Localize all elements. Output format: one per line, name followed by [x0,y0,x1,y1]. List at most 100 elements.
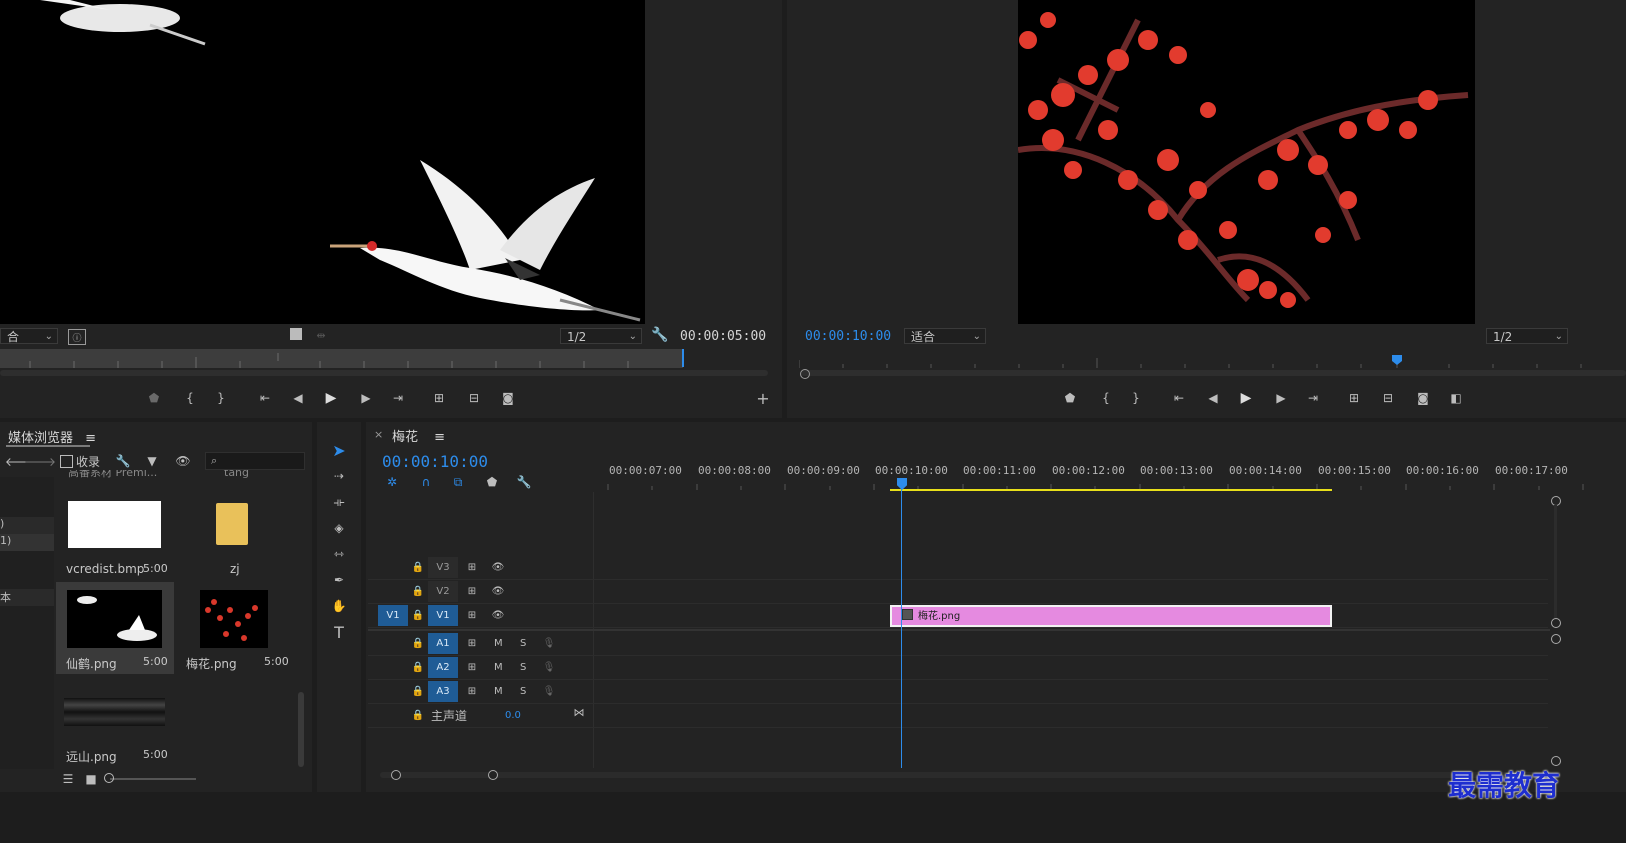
plus-icon[interactable]: + [755,389,771,408]
forward-arrow-icon[interactable]: 🡒 [24,454,56,469]
wrench-icon[interactable]: 🔧 [516,474,532,490]
eye-icon[interactable]: 👁 [491,585,505,597]
play-icon[interactable]: ▶ [323,389,339,407]
pen-tool-icon[interactable]: ✒ [329,570,349,590]
solo-button[interactable]: S [520,638,526,649]
timeline-zoom-handle-right[interactable] [488,770,498,780]
lock-icon[interactable]: 🔒 [412,609,424,621]
track-target-v3[interactable]: V3 [428,557,458,578]
slider-handle[interactable] [104,773,114,783]
go-to-out-icon[interactable]: ⇥ [390,390,406,406]
mute-button[interactable]: M [494,662,503,673]
program-zoom-scrollbar[interactable] [801,370,1626,376]
timeline-clip[interactable]: 梅花.png [890,605,1332,627]
camera-icon[interactable]: ◙ [500,390,516,406]
source-zoom-dropdown[interactable]: 合 ⌄ [0,328,58,344]
list-view-icon[interactable]: ☰ [60,772,76,786]
media-item-zj-folder[interactable]: zj [176,485,294,581]
source-patch-v1[interactable]: V1 [378,605,408,626]
favorites-checkbox[interactable] [60,455,73,468]
microphone-icon[interactable]: 🎙 [543,637,556,649]
track-target-v2[interactable]: V2 [428,581,458,602]
track-target-a1[interactable]: A1 [428,633,458,654]
camera-icon[interactable]: ◙ [1415,390,1431,406]
program-zoom-dropdown[interactable]: 适合 ⌄ [904,328,986,344]
razor-tool-icon[interactable]: ◈ [329,518,349,538]
sync-lock-icon[interactable]: ⊞ [465,561,479,573]
source-monitor-video[interactable] [0,0,645,324]
microphone-icon[interactable]: 🎙 [543,685,556,697]
source-scrub-ruler[interactable] [0,349,683,368]
go-to-edge-icon[interactable]: ⋈ [572,706,586,719]
linked-selection-icon[interactable]: ⧉ [450,474,466,490]
comparison-view-icon[interactable]: ◧ [1447,390,1465,406]
lock-icon[interactable]: 🔒 [412,685,424,697]
add-marker-icon[interactable]: ⬟ [484,474,500,490]
mark-in-icon[interactable]: { [183,390,197,406]
vertical-scroll-handle[interactable] [1551,618,1561,628]
solo-button[interactable]: S [520,686,526,697]
program-scrub-ruler[interactable] [798,354,1626,368]
list-item[interactable]: ) [0,517,54,534]
lock-icon[interactable]: 🔒 [412,637,424,649]
track-target-a3[interactable]: A3 [428,681,458,702]
lock-icon[interactable]: 🔒 [412,661,424,673]
source-zoom-scrollbar[interactable] [0,370,768,376]
vertical-scroll-track[interactable] [1554,505,1557,618]
sync-lock-icon[interactable]: ⊞ [465,637,479,649]
eye-icon[interactable]: 👁 [491,561,505,573]
ripple-edit-tool-icon[interactable]: ⟛ [329,492,349,512]
mute-button[interactable]: M [494,638,503,649]
selection-tool-icon[interactable]: ➤ [329,440,349,460]
media-item-plum[interactable]: 梅花.png 5:00 [176,582,294,674]
close-icon[interactable]: × [374,428,383,441]
go-to-in-icon[interactable]: ⇤ [1171,390,1187,406]
program-timecode[interactable]: 00:00:10:00 [805,329,891,344]
mark-out-icon[interactable]: } [214,390,228,406]
vertical-scroll-handle[interactable] [1551,634,1561,644]
program-scroll-handle[interactable] [800,369,810,379]
source-quality-dropdown[interactable]: 1/2 ⌄ [560,328,642,344]
mark-in-icon[interactable]: { [1099,390,1113,406]
icon-view-icon[interactable]: ■ [84,772,98,786]
media-browser-tab[interactable]: 媒体浏览器 ≡ [8,427,96,446]
overwrite-icon[interactable]: ⊟ [465,390,483,406]
export-frame-icon[interactable] [290,328,302,340]
wrench-icon[interactable]: 🔧 [651,327,668,343]
panel-menu-icon[interactable]: ≡ [85,431,96,446]
sync-lock-icon[interactable]: ⊞ [465,661,479,673]
go-to-in-icon[interactable]: ⇤ [257,390,273,406]
media-scrollbar[interactable] [298,692,304,767]
snap-icon[interactable]: ∩ [418,474,434,490]
program-monitor-video[interactable] [1018,0,1475,324]
mark-out-icon[interactable]: } [1129,390,1143,406]
timeline-zoom-bar[interactable] [380,772,1550,778]
list-item[interactable]: 本 [0,589,54,606]
microphone-icon[interactable]: 🎙 [543,661,556,673]
track-target-a2[interactable]: A2 [428,657,458,678]
step-back-icon[interactable]: ◀ [290,390,306,406]
go-to-out-icon[interactable]: ⇥ [1305,390,1321,406]
extract-icon[interactable]: ⊟ [1379,390,1397,406]
step-back-icon[interactable]: ◀ [1205,390,1221,406]
timeline-zoom-handle-left[interactable] [391,770,401,780]
step-forward-icon[interactable]: ▶ [358,390,374,406]
play-icon[interactable]: ▶ [1238,389,1254,407]
search-input[interactable]: ⌕ [205,452,305,470]
add-marker-icon[interactable]: ⬟ [1063,390,1077,406]
solo-button[interactable]: S [520,662,526,673]
lift-icon[interactable]: ⊞ [1345,390,1363,406]
thumbnail-size-slider[interactable] [110,778,196,780]
lock-icon[interactable]: 🔒 [412,561,424,573]
sync-lock-icon[interactable]: ⊞ [465,585,479,597]
filter-icon[interactable]: ▼ [145,454,159,468]
step-forward-icon[interactable]: ▶ [1273,390,1289,406]
eye-icon[interactable]: 👁 [491,609,505,621]
sync-lock-icon[interactable]: ⊞ [465,609,479,621]
sync-lock-icon[interactable]: ⊞ [465,685,479,697]
type-tool-icon[interactable]: T [329,622,349,642]
media-item-mountain[interactable]: 远山.png 5:00 [56,676,174,768]
list-item[interactable]: 1) [0,534,54,551]
settings-frame-icon[interactable]: ⓘ [68,329,86,345]
drag-audio-icon[interactable]: ⇹ [314,328,328,342]
